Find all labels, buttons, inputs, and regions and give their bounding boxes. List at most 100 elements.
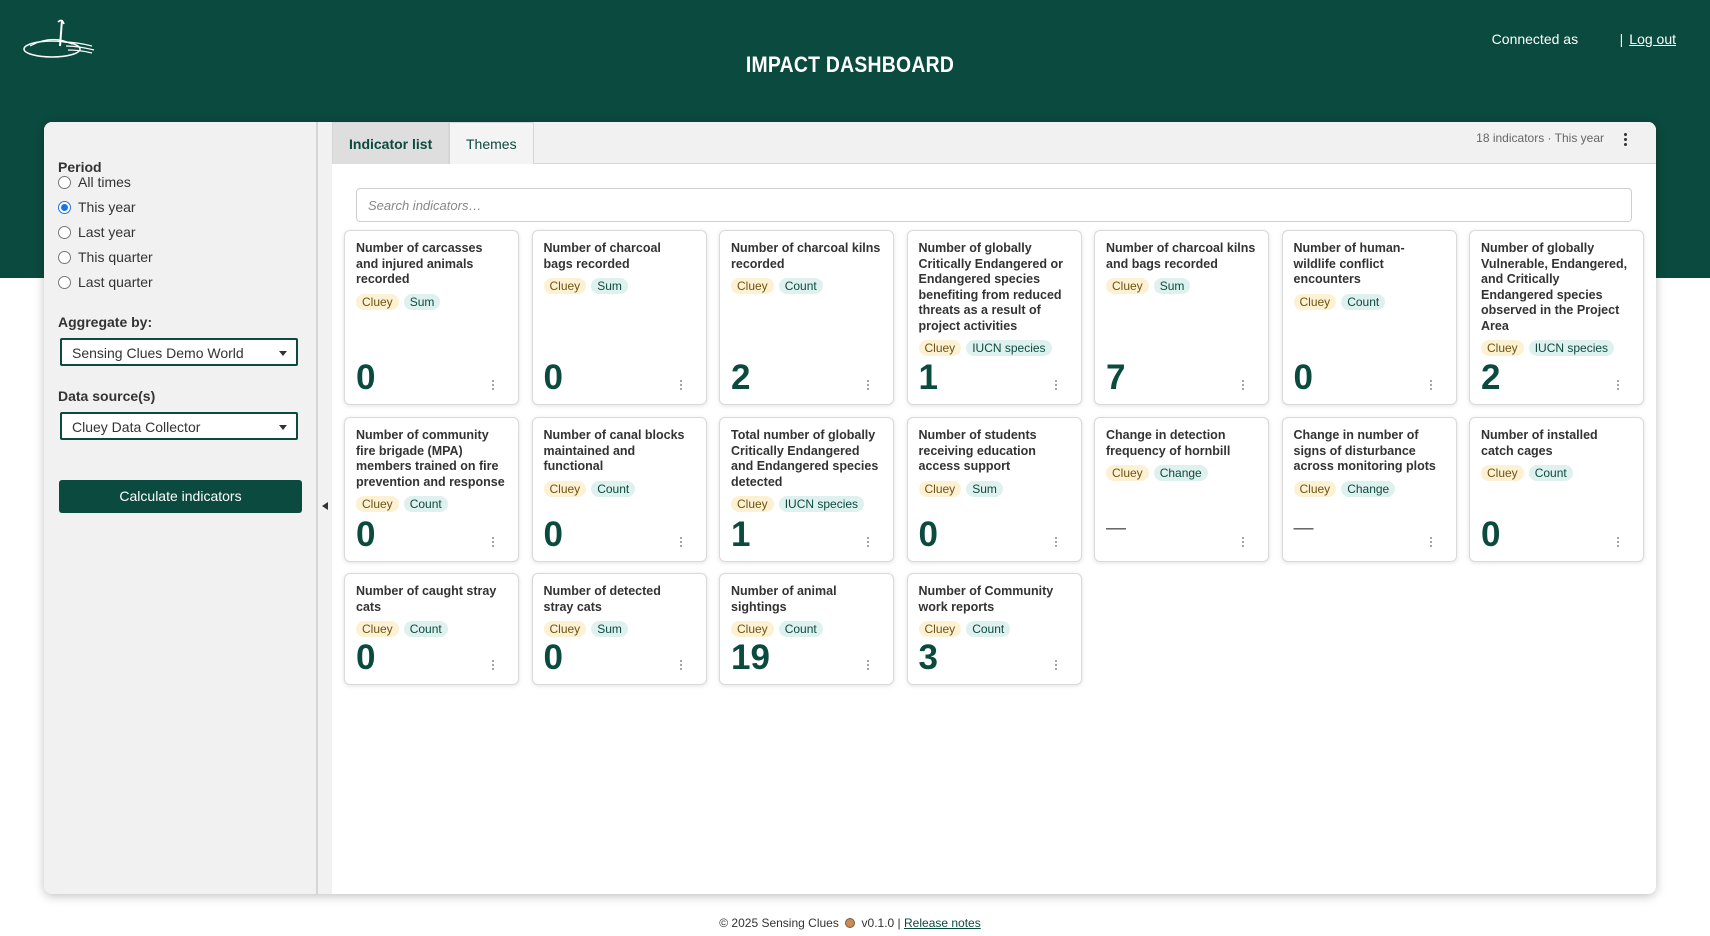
card-menu-icon[interactable] <box>490 658 496 672</box>
indicator-card[interactable]: Total number of globally Critically Enda… <box>719 417 894 562</box>
card-menu-icon[interactable] <box>678 535 684 549</box>
chevron-down-icon <box>279 351 287 356</box>
period-option[interactable]: This quarter <box>58 249 153 265</box>
indicator-title: Number of carcasses and injured animals … <box>356 241 483 286</box>
card-menu-icon[interactable] <box>1053 535 1059 549</box>
source-badge: Cluey <box>731 621 774 637</box>
release-notes-link[interactable]: Release notes <box>904 916 981 930</box>
username <box>1594 31 1610 47</box>
indicator-tags: Cluey Count <box>731 278 881 294</box>
aggregate-label: Aggregate by: <box>58 314 153 330</box>
indicator-card[interactable]: Number of carcasses and injured animals … <box>344 230 519 405</box>
card-menu-icon[interactable] <box>1053 658 1059 672</box>
indicator-card[interactable]: Number of charcoal bags recorded Cluey Sum… <box>531 230 707 405</box>
tabs-bar: Indicator list Themes 18 indicators · Th… <box>332 122 1656 164</box>
indicator-card[interactable]: Number of globally Critically Endangered… <box>906 230 1082 405</box>
card-menu-icon[interactable] <box>1240 378 1246 392</box>
card-menu-icon[interactable] <box>1615 378 1621 392</box>
radio-button[interactable] <box>58 175 71 189</box>
indicator-title: Number of canal blocks maintained and fu… <box>543 428 685 473</box>
indicator-card[interactable]: Number of community fire brigade (MPA) m… <box>344 417 519 562</box>
radio-button[interactable] <box>58 250 71 264</box>
indicator-value: 0 <box>356 638 376 677</box>
indicator-title: Number of installed catch cages <box>1481 428 1598 458</box>
card-menu-icon[interactable] <box>678 378 684 392</box>
card-menu-icon[interactable] <box>1240 535 1246 549</box>
indicator-card[interactable]: Number of animal sightings Cluey Count 19 <box>719 573 894 685</box>
datasource-select[interactable]: Cluey Data Collector <box>60 412 298 440</box>
card-menu-icon[interactable] <box>490 378 496 392</box>
search-input[interactable] <box>356 188 1632 222</box>
card-menu-icon[interactable] <box>1428 535 1434 549</box>
card-menu-icon[interactable] <box>865 658 871 672</box>
indicator-title: Number of charcoal kilns recorded <box>731 241 881 271</box>
indicator-card[interactable]: Number of caught stray cats Cluey Count 0 <box>344 573 519 685</box>
card-menu-icon[interactable] <box>1615 535 1621 549</box>
indicator-title: Number of human-wildlife conflict encoun… <box>1293 241 1405 286</box>
indicator-title: Change in detection frequency of hornbil… <box>1106 428 1231 458</box>
aggregate-select[interactable]: Sensing Clues Demo World <box>60 338 298 366</box>
source-badge: Cluey <box>918 480 962 497</box>
source-badge: Cluey <box>356 496 399 512</box>
collapse-sidebar-icon[interactable] <box>322 502 328 510</box>
logout-link[interactable]: Log out <box>1629 31 1676 47</box>
indicator-value: 0 <box>543 358 563 397</box>
card-menu-icon[interactable] <box>865 535 871 549</box>
indicator-card[interactable]: Number of charcoal kilns recorded Cluey Co… <box>719 230 894 405</box>
indicator-card[interactable]: Change in detection frequency of hornbil… <box>1094 417 1269 562</box>
card-menu-icon[interactable] <box>1053 378 1059 392</box>
indicator-tags: Cluey IUCN species <box>918 340 1069 356</box>
indicator-title: Number of detected stray cats <box>543 584 661 614</box>
period-option[interactable]: Last year <box>58 224 136 240</box>
indicator-value: 0 <box>1293 358 1313 397</box>
aggregation-badge: IUCN species <box>778 496 865 512</box>
aggregation-badge: Count <box>966 621 1011 637</box>
indicator-card[interactable]: Change in number of signs of disturbance… <box>1281 417 1457 562</box>
chevron-down-icon <box>279 425 287 430</box>
indicator-card[interactable]: Number of students receiving education a… <box>906 417 1082 562</box>
tab-indicator-list[interactable]: Indicator list <box>332 122 450 164</box>
period-option-label: This quarter <box>78 249 153 265</box>
aggregation-badge: Change <box>1153 465 1208 481</box>
radio-button[interactable] <box>58 225 71 239</box>
source-badge: Cluey <box>918 340 962 356</box>
indicator-card[interactable]: Number of canal blocks maintained and fu… <box>531 417 707 562</box>
period-label: Period <box>58 159 102 175</box>
indicator-title: Number of community fire brigade (MPA) m… <box>356 428 505 489</box>
indicator-card[interactable]: Number of globally Vulnerable, Endangere… <box>1469 230 1644 405</box>
indicator-tags: Cluey Change <box>1106 465 1256 481</box>
radio-button[interactable] <box>58 200 71 214</box>
indicator-value: — <box>1293 517 1314 539</box>
tab-themes[interactable]: Themes <box>449 122 534 164</box>
more-options-icon[interactable] <box>1618 131 1632 147</box>
indicator-card[interactable]: Number of Community work reports Cluey Cou… <box>906 573 1082 685</box>
aggregation-badge: IUCN species <box>1528 340 1615 356</box>
indicator-tags: Cluey IUCN species <box>1481 340 1631 356</box>
indicator-card[interactable]: Number of detected stray cats Cluey Sum 0 <box>531 573 707 685</box>
source-badge: Cluey <box>918 621 962 637</box>
period-option[interactable]: Last quarter <box>58 274 153 290</box>
indicator-title: Number of animal sightings <box>731 584 837 614</box>
source-badge: Cluey <box>1293 293 1337 310</box>
sensing-clues-logo-icon[interactable] <box>22 16 96 62</box>
aggregation-badge: Count <box>403 496 448 512</box>
source-badge: Cluey <box>356 293 399 310</box>
indicator-card[interactable]: Number of installed catch cages Cluey Coun… <box>1469 417 1644 562</box>
aggregate-value: Sensing Clues Demo World <box>72 345 244 361</box>
radio-button[interactable] <box>58 275 71 289</box>
period-option[interactable]: All times <box>58 174 131 190</box>
calculate-indicators-button[interactable]: Calculate indicators <box>59 480 302 513</box>
card-menu-icon[interactable] <box>490 535 496 549</box>
version-text: v0.1.0 | <box>861 916 901 930</box>
aggregation-badge: Sum <box>591 278 628 294</box>
indicator-card[interactable]: Number of human-wildlife conflict encoun… <box>1281 230 1457 405</box>
card-menu-icon[interactable] <box>865 378 871 392</box>
indicator-card[interactable]: Number of charcoal kilns and bags record… <box>1094 230 1269 405</box>
indicator-value: 1 <box>918 358 938 397</box>
card-menu-icon[interactable] <box>678 658 684 672</box>
indicator-value: 3 <box>918 638 938 677</box>
period-option[interactable]: This year <box>58 199 136 215</box>
period-option-label: All times <box>78 174 131 190</box>
source-badge: Cluey <box>1481 340 1524 356</box>
card-menu-icon[interactable] <box>1428 378 1434 392</box>
